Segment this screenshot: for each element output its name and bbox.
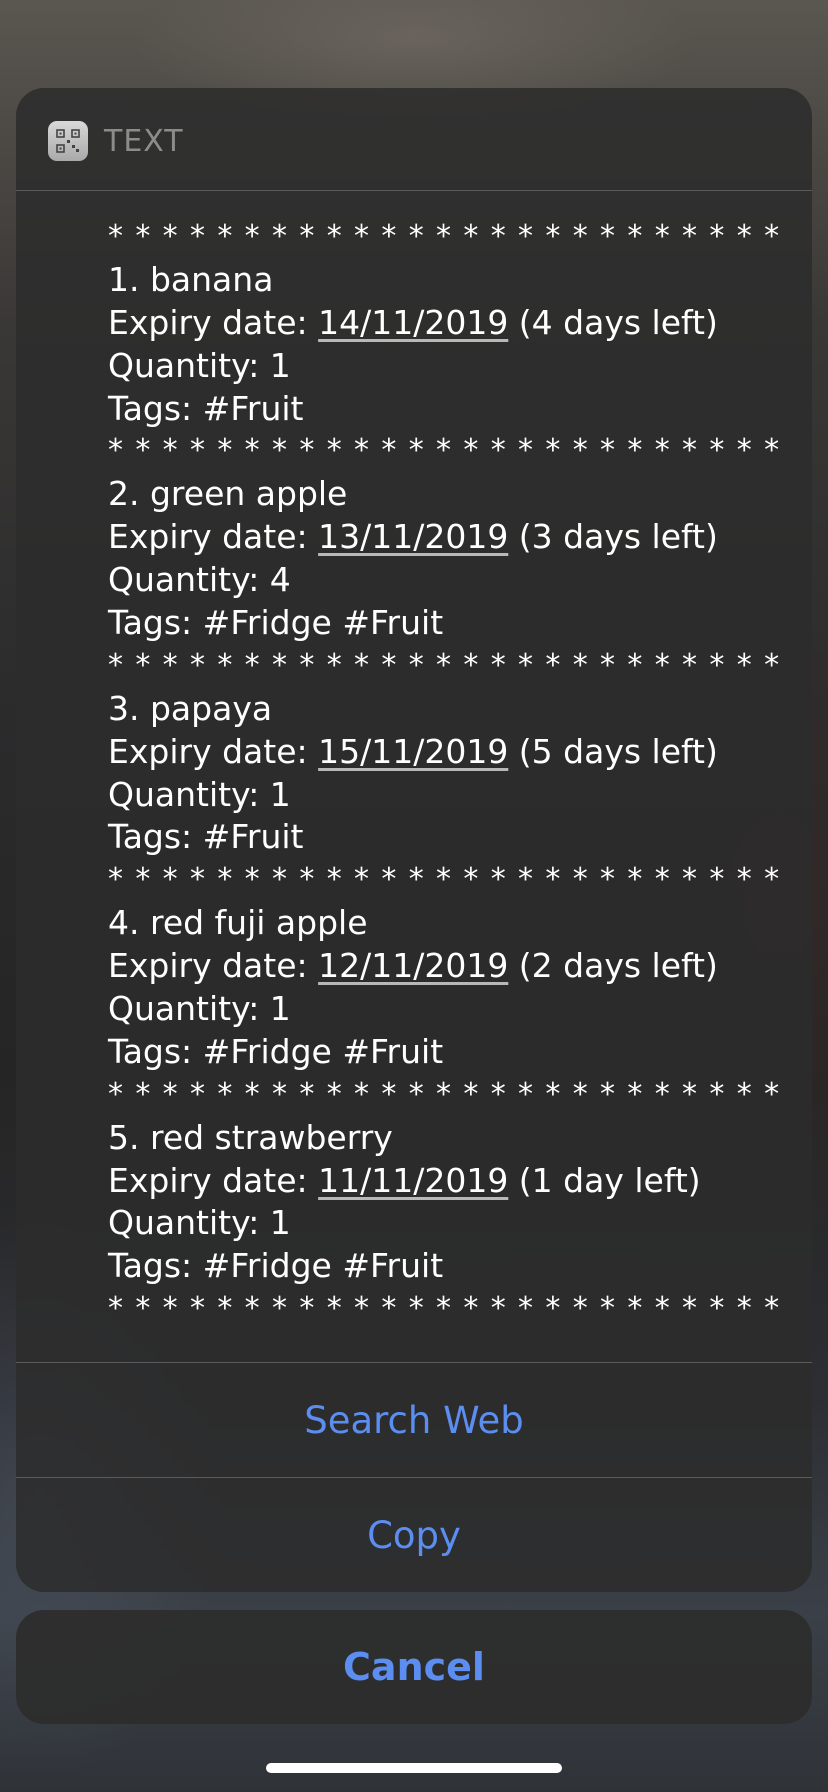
expiry-date-link[interactable]: 12/11/2019 <box>318 946 508 985</box>
expiry-label: Expiry date: <box>108 517 319 557</box>
expiry-label: Expiry date: <box>108 946 319 986</box>
tags-line: Tags: #Fridge #Fruit <box>108 1246 444 1286</box>
days-left: (1 day left) <box>508 1160 701 1200</box>
expiry-line: Expiry date: 13/11/2019 (3 days left) <box>108 516 748 559</box>
separator-line: * * * * * * * * * * * * * * * * * * * * … <box>108 1076 781 1112</box>
quantity-line: Quantity: 1 <box>108 345 291 385</box>
tags-line: Tags: #Fridge #Fruit <box>108 603 444 643</box>
expiry-label: Expiry date: <box>108 302 319 342</box>
expiry-line: Expiry date: 15/11/2019 (5 days left) <box>108 731 748 774</box>
action-sheet: TEXT * * * * * * * * * * * * * * * * * *… <box>16 88 812 1592</box>
item-name: 1. banana <box>108 259 274 299</box>
expiry-date-link[interactable]: 13/11/2019 <box>318 517 508 556</box>
sheet-header: TEXT <box>16 88 812 191</box>
expiry-label: Expiry date: <box>108 731 319 771</box>
expiry-line: Expiry date: 12/11/2019 (2 days left) <box>108 945 748 988</box>
days-left: (3 days left) <box>508 517 718 557</box>
quantity-line: Quantity: 4 <box>108 560 291 600</box>
expiry-line: Expiry date: 11/11/2019 (1 day left) <box>108 1160 748 1203</box>
separator-line: * * * * * * * * * * * * * * * * * * * * … <box>108 219 781 254</box>
separator-line: * * * * * * * * * * * * * * * * * * * * … <box>108 647 781 683</box>
separator-line: * * * * * * * * * * * * * * * * * * * * … <box>108 862 781 898</box>
tags-line: Tags: #Fruit <box>108 817 304 857</box>
item-name: 5. red strawberry <box>108 1117 393 1157</box>
quantity-line: Quantity: 1 <box>108 1203 291 1243</box>
days-left: (5 days left) <box>508 731 718 771</box>
separator-line: * * * * * * * * * * * * * * * * * * * * … <box>108 433 781 469</box>
recognized-text[interactable]: * * * * * * * * * * * * * * * * * * * * … <box>108 216 781 1331</box>
item-name: 2. green apple <box>108 474 348 514</box>
search-web-button[interactable]: Search Web <box>16 1363 812 1477</box>
quantity-line: Quantity: 1 <box>108 774 291 814</box>
header-title: TEXT <box>104 124 184 159</box>
home-indicator <box>266 1763 562 1773</box>
item-name: 3. papaya <box>108 688 273 728</box>
separator-line: * * * * * * * * * * * * * * * * * * * * … <box>108 1291 781 1327</box>
days-left: (4 days left) <box>508 302 718 342</box>
expiry-label: Expiry date: <box>108 1160 319 1200</box>
expiry-date-link[interactable]: 14/11/2019 <box>318 303 508 342</box>
qr-code-icon <box>48 121 88 161</box>
tags-line: Tags: #Fridge #Fruit <box>108 1031 444 1071</box>
cancel-button[interactable]: Cancel <box>16 1610 812 1724</box>
copy-button[interactable]: Copy <box>16 1478 812 1592</box>
quantity-line: Quantity: 1 <box>108 989 291 1029</box>
expiry-date-link[interactable]: 11/11/2019 <box>318 1161 508 1200</box>
item-name: 4. red fuji apple <box>108 903 368 943</box>
tags-line: Tags: #Fruit <box>108 388 304 428</box>
days-left: (2 days left) <box>508 946 718 986</box>
expiry-line: Expiry date: 14/11/2019 (4 days left) <box>108 302 748 345</box>
expiry-date-link[interactable]: 15/11/2019 <box>318 732 508 771</box>
